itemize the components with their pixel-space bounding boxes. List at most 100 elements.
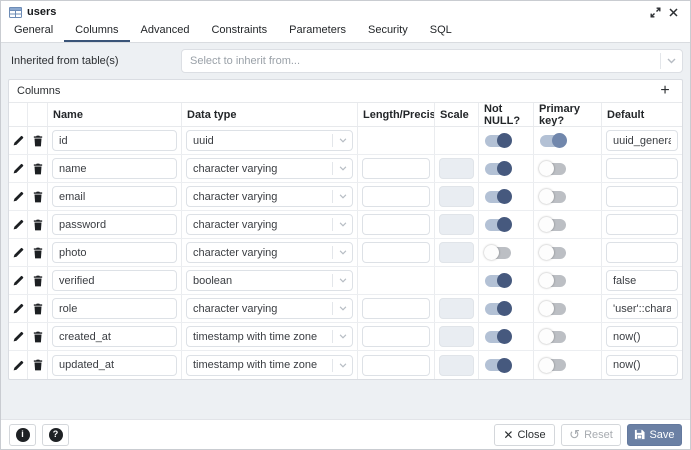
tab-columns[interactable]: Columns — [64, 21, 129, 42]
default-input[interactable] — [606, 242, 678, 263]
primary-key-toggle[interactable] — [540, 163, 566, 175]
table-icon — [9, 7, 22, 18]
edit-icon[interactable] — [9, 211, 27, 238]
chevron-down-icon — [332, 246, 352, 259]
tab-constraints[interactable]: Constraints — [200, 21, 278, 42]
data-type-select[interactable]: character varying — [186, 214, 353, 235]
default-input[interactable] — [606, 158, 678, 179]
primary-key-toggle[interactable] — [540, 135, 566, 147]
name-input[interactable] — [52, 214, 177, 235]
tab-security[interactable]: Security — [357, 21, 419, 42]
data-type-select[interactable]: character varying — [186, 242, 353, 263]
reset-button[interactable]: ↺ Reset — [561, 424, 621, 446]
default-input[interactable] — [606, 326, 678, 347]
data-type-select[interactable]: character varying — [186, 298, 353, 319]
length-precision-input[interactable] — [362, 355, 430, 376]
data-type-select[interactable]: character varying — [186, 186, 353, 207]
columns-panel-header: Columns + — [9, 80, 682, 103]
not-null-toggle[interactable] — [485, 331, 511, 343]
delete-icon[interactable] — [28, 155, 47, 182]
length-precision-input[interactable] — [362, 214, 430, 235]
delete-icon[interactable] — [28, 323, 47, 350]
inherit-from-select[interactable]: Select to inherit from... — [181, 49, 683, 73]
delete-icon[interactable] — [28, 351, 47, 379]
edit-icon[interactable] — [9, 127, 27, 154]
length-precision-input[interactable] — [362, 242, 430, 263]
edit-icon[interactable] — [9, 183, 27, 210]
name-input[interactable] — [52, 130, 177, 151]
length-precision-input[interactable] — [362, 298, 430, 319]
not-null-toggle[interactable] — [485, 359, 511, 371]
primary-key-toggle[interactable] — [540, 331, 566, 343]
primary-key-toggle[interactable] — [540, 303, 566, 315]
length-precision-input[interactable] — [362, 186, 430, 207]
dialog-tabs: GeneralColumnsAdvancedConstraintsParamet… — [1, 23, 690, 43]
data-type-select[interactable]: timestamp with time zone — [186, 326, 353, 347]
chevron-down-icon — [332, 330, 352, 343]
column-header-name: Name — [48, 103, 182, 126]
delete-icon[interactable] — [28, 183, 47, 210]
not-null-toggle[interactable] — [485, 163, 511, 175]
not-null-toggle[interactable] — [485, 135, 511, 147]
primary-key-toggle[interactable] — [540, 191, 566, 203]
tab-advanced[interactable]: Advanced — [130, 21, 201, 42]
primary-key-toggle[interactable] — [540, 219, 566, 231]
tab-parameters[interactable]: Parameters — [278, 21, 357, 42]
edit-icon[interactable] — [9, 295, 27, 322]
chevron-down-icon — [660, 53, 682, 69]
data-type-select[interactable]: boolean — [186, 270, 353, 291]
delete-icon[interactable] — [28, 295, 47, 322]
primary-key-toggle[interactable] — [540, 275, 566, 287]
dialog-help-button[interactable]: ? — [42, 424, 69, 446]
not-null-toggle[interactable] — [485, 219, 511, 231]
name-input[interactable] — [52, 158, 177, 179]
primary-key-toggle[interactable] — [540, 359, 566, 371]
column-header-not-null-: Not NULL? — [479, 103, 534, 126]
default-input[interactable] — [606, 355, 678, 376]
edit-icon[interactable] — [9, 351, 27, 379]
maximize-icon[interactable] — [646, 4, 664, 20]
tab-sql[interactable]: SQL — [419, 21, 463, 42]
name-input[interactable] — [52, 270, 177, 291]
column-header-data-type: Data type — [182, 103, 358, 126]
column-header-primary-key-: Primary key? — [534, 103, 602, 126]
edit-icon[interactable] — [9, 267, 27, 294]
not-null-toggle[interactable] — [485, 247, 511, 259]
scale-input-disabled — [439, 326, 474, 347]
length-precision-input[interactable] — [362, 326, 430, 347]
close-button[interactable]: ✕ Close — [494, 424, 555, 446]
reset-icon: ↺ — [569, 427, 580, 443]
reset-button-label: Reset — [584, 429, 613, 441]
not-null-toggle[interactable] — [485, 191, 511, 203]
delete-icon[interactable] — [28, 211, 47, 238]
not-null-toggle[interactable] — [485, 303, 511, 315]
name-input[interactable] — [52, 242, 177, 263]
data-type-select[interactable]: timestamp with time zone — [186, 355, 353, 376]
default-input[interactable] — [606, 298, 678, 319]
tab-general[interactable]: General — [3, 21, 64, 42]
name-input[interactable] — [52, 186, 177, 207]
default-input[interactable] — [606, 130, 678, 151]
length-precision-input[interactable] — [362, 158, 430, 179]
delete-icon[interactable] — [28, 127, 47, 154]
data-type-select[interactable]: character varying — [186, 158, 353, 179]
sql-help-button[interactable]: i — [9, 424, 36, 446]
edit-icon[interactable] — [9, 239, 27, 266]
edit-icon[interactable] — [9, 323, 27, 350]
name-input[interactable] — [52, 326, 177, 347]
add-column-button[interactable]: + — [656, 82, 674, 100]
primary-key-toggle[interactable] — [540, 247, 566, 259]
save-button[interactable]: Save — [627, 424, 682, 446]
default-input[interactable] — [606, 186, 678, 207]
close-icon[interactable] — [664, 4, 682, 20]
edit-icon[interactable] — [9, 155, 27, 182]
column-row-verified: boolean — [9, 267, 682, 295]
delete-icon[interactable] — [28, 267, 47, 294]
delete-icon[interactable] — [28, 239, 47, 266]
default-input[interactable] — [606, 270, 678, 291]
default-input[interactable] — [606, 214, 678, 235]
not-null-toggle[interactable] — [485, 275, 511, 287]
name-input[interactable] — [52, 298, 177, 319]
data-type-select[interactable]: uuid — [186, 130, 353, 151]
name-input[interactable] — [52, 355, 177, 376]
